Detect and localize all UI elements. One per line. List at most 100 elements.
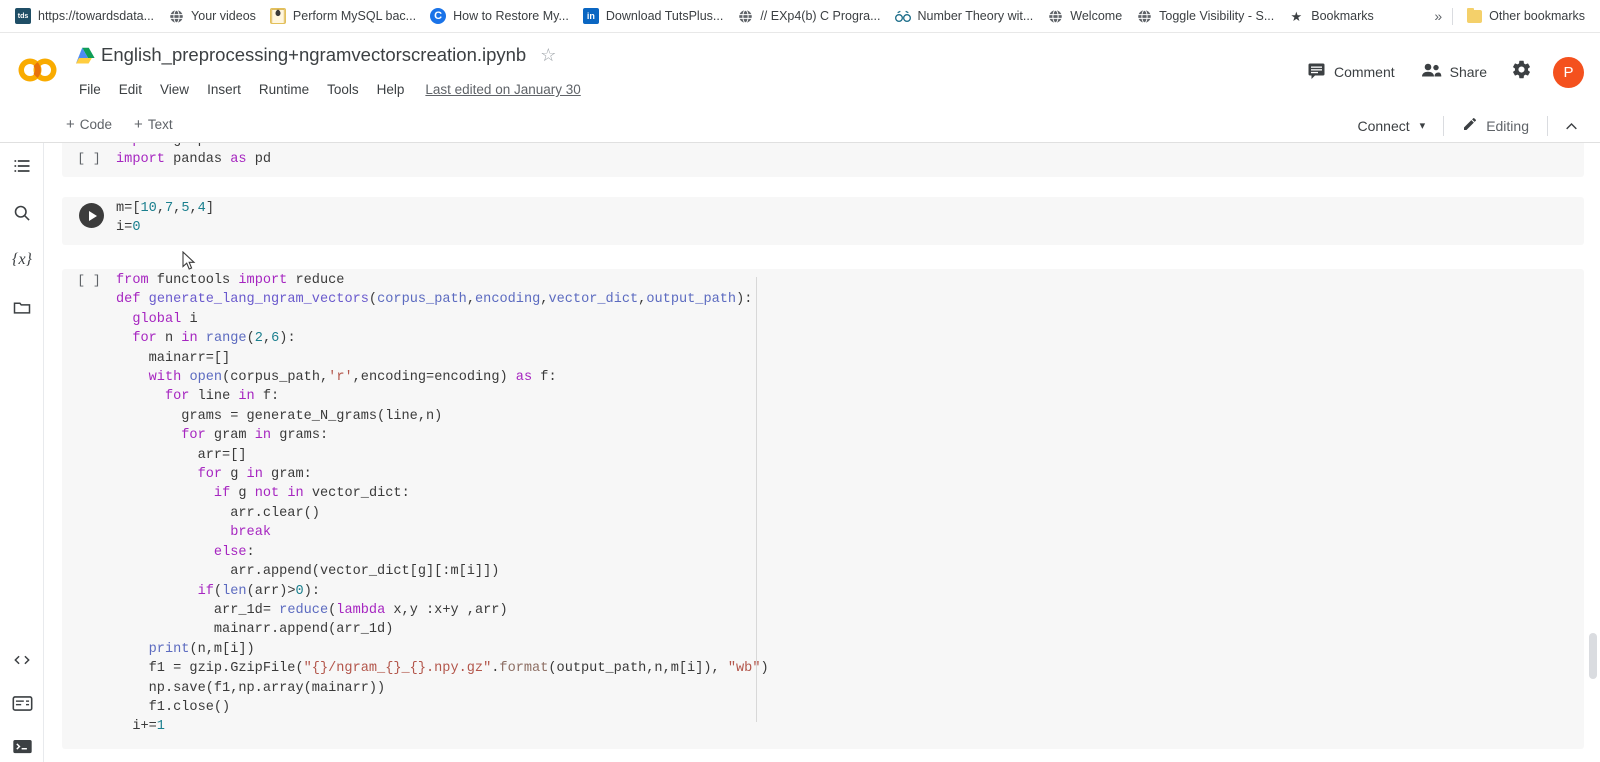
vertical-scrollbar-track[interactable] — [1587, 143, 1600, 762]
globe-icon — [737, 8, 753, 24]
bookmark-item[interactable]: in Download TutsPlus... — [576, 3, 730, 29]
editing-mode-button[interactable]: Editing — [1452, 111, 1539, 140]
notebook-toolbar: + Code + Text Connect ▾ Editing — [0, 108, 1600, 143]
cell-execution-indicator[interactable]: [ ] — [62, 269, 116, 288]
bookmark-item[interactable]: ★ Bookmarks — [1281, 3, 1381, 29]
code-line: def generate_lang_ngram_vectors(corpus_p… — [116, 290, 1584, 309]
menu-help[interactable]: Help — [368, 79, 414, 100]
bookmark-item[interactable]: Toggle Visibility - S... — [1129, 3, 1281, 29]
code-token: gzip — [165, 143, 206, 148]
bookmark-item[interactable]: Your videos — [161, 3, 263, 29]
code-token: break — [230, 525, 272, 541]
code-token: corpus_path — [377, 292, 467, 308]
command-palette-icon[interactable] — [7, 688, 37, 718]
globe-icon — [168, 8, 184, 24]
comment-label: Comment — [1333, 64, 1395, 80]
code-token: m=[ — [116, 201, 141, 216]
code-token: for — [197, 467, 223, 483]
code-line: f1.close() — [116, 698, 1584, 717]
code-editor[interactable]: import gzipimport pandas as pd — [116, 143, 1584, 174]
collapse-header-button[interactable] — [1556, 112, 1586, 140]
code-line: grams = generate_N_grams(line,n) — [116, 407, 1584, 426]
code-line: f1 = gzip.GzipFile("{}/ngram_{}_{}.npy.g… — [116, 659, 1584, 678]
avatar[interactable]: P — [1553, 56, 1584, 88]
share-label: Share — [1449, 64, 1487, 80]
bookmark-item[interactable]: Perform MySQL bac... — [263, 3, 423, 29]
bookmark-item[interactable]: Welcome — [1040, 3, 1129, 29]
comment-button[interactable]: Comment — [1296, 54, 1406, 90]
bookmark-item[interactable]: // EXp4(b) C Progra... — [730, 3, 887, 29]
code-token: len — [222, 583, 247, 599]
toolbar-right-actions: Connect ▾ Editing — [1348, 111, 1587, 140]
code-line: arr=[] — [116, 446, 1584, 465]
notebook-title[interactable]: English_preprocessing+ngramvectorscreati… — [101, 44, 526, 66]
code-token: range — [205, 331, 247, 347]
number-theory-favicon — [894, 8, 911, 24]
drive-icon — [76, 47, 95, 64]
variables-icon[interactable]: {x} — [7, 245, 37, 275]
code-cell[interactable]: m=[10,7,5,4] i=0 — [62, 197, 1584, 245]
settings-button[interactable] — [1502, 53, 1540, 91]
star-icon[interactable]: ☆ — [540, 45, 556, 66]
code-cell[interactable]: [ ] import gzipimport pandas as pd — [62, 143, 1584, 177]
plus-icon: + — [66, 116, 75, 133]
bookmark-item[interactable]: Number Theory wit... — [888, 3, 1041, 29]
menu-file[interactable]: File — [70, 79, 110, 100]
code-token: from — [116, 273, 149, 288]
code-snippets-icon[interactable] — [7, 645, 37, 675]
code-token: generate_lang_ngram_vectors — [148, 292, 369, 308]
code-token: encoding — [475, 292, 541, 308]
code-token: ): — [736, 292, 753, 308]
files-folder-icon[interactable] — [7, 292, 37, 322]
code-token: reduce — [287, 273, 345, 288]
code-token: gram — [205, 428, 255, 444]
bookmark-item[interactable]: C How to Restore My... — [423, 3, 576, 29]
code-editor[interactable]: from functools import reduce def generate… — [116, 269, 1584, 741]
code-token: in — [287, 486, 304, 502]
bookmark-label: How to Restore My... — [453, 9, 569, 23]
add-text-label: Text — [147, 117, 173, 132]
cell-execution-indicator[interactable]: [ ] — [62, 147, 116, 166]
menu-edit[interactable]: Edit — [110, 79, 151, 100]
menu-insert[interactable]: Insert — [198, 79, 250, 100]
code-token: for — [132, 331, 157, 347]
code-cell[interactable]: [ ] from functools import reduce def gene… — [62, 269, 1584, 749]
menu-view[interactable]: View — [151, 79, 198, 100]
code-token: as — [515, 370, 533, 386]
code-line: i=0 — [116, 218, 1584, 237]
bookmarks-overflow-button[interactable]: » — [1424, 8, 1452, 24]
code-token: if — [197, 583, 214, 599]
run-cell-button[interactable] — [79, 203, 104, 228]
code-editor[interactable]: m=[10,7,5,4] i=0 — [116, 197, 1584, 242]
menu-tools[interactable]: Tools — [318, 79, 368, 100]
share-button[interactable]: Share — [1410, 54, 1498, 90]
table-of-contents-icon[interactable] — [7, 151, 37, 181]
code-token: f: — [254, 389, 280, 405]
menu-runtime[interactable]: Runtime — [250, 79, 318, 100]
other-bookmarks-label: Other bookmarks — [1489, 9, 1585, 23]
code-token: arr.clear() — [116, 505, 320, 521]
editing-label: Editing — [1486, 117, 1529, 134]
code-token: np.save(f1,np.array(mainarr)) — [116, 680, 386, 696]
code-token: not — [254, 486, 280, 502]
last-edited-link[interactable]: Last edited on January 30 — [425, 82, 580, 97]
code-line: break — [116, 523, 1584, 542]
connect-button[interactable]: Connect ▾ — [1348, 113, 1436, 139]
add-code-cell-button[interactable]: + Code — [58, 114, 120, 135]
bookmark-item[interactable]: tds https://towardsdata... — [8, 3, 161, 29]
vertical-scrollbar-thumb[interactable] — [1589, 633, 1597, 679]
code-line: for n in range(2,6): — [116, 329, 1584, 348]
search-icon[interactable] — [7, 198, 37, 228]
chevron-down-icon: ▾ — [1419, 120, 1426, 132]
colab-logo-icon[interactable] — [18, 50, 58, 90]
plus-icon: + — [134, 116, 143, 133]
other-bookmarks-button[interactable]: Other bookmarks — [1459, 3, 1592, 29]
bookmark-label: Perform MySQL bac... — [292, 9, 417, 23]
code-line: arr.append(vector_dict[g][:m[i]]) — [116, 562, 1584, 581]
add-text-cell-button[interactable]: + Text — [126, 114, 181, 135]
terminal-icon[interactable] — [7, 731, 37, 761]
